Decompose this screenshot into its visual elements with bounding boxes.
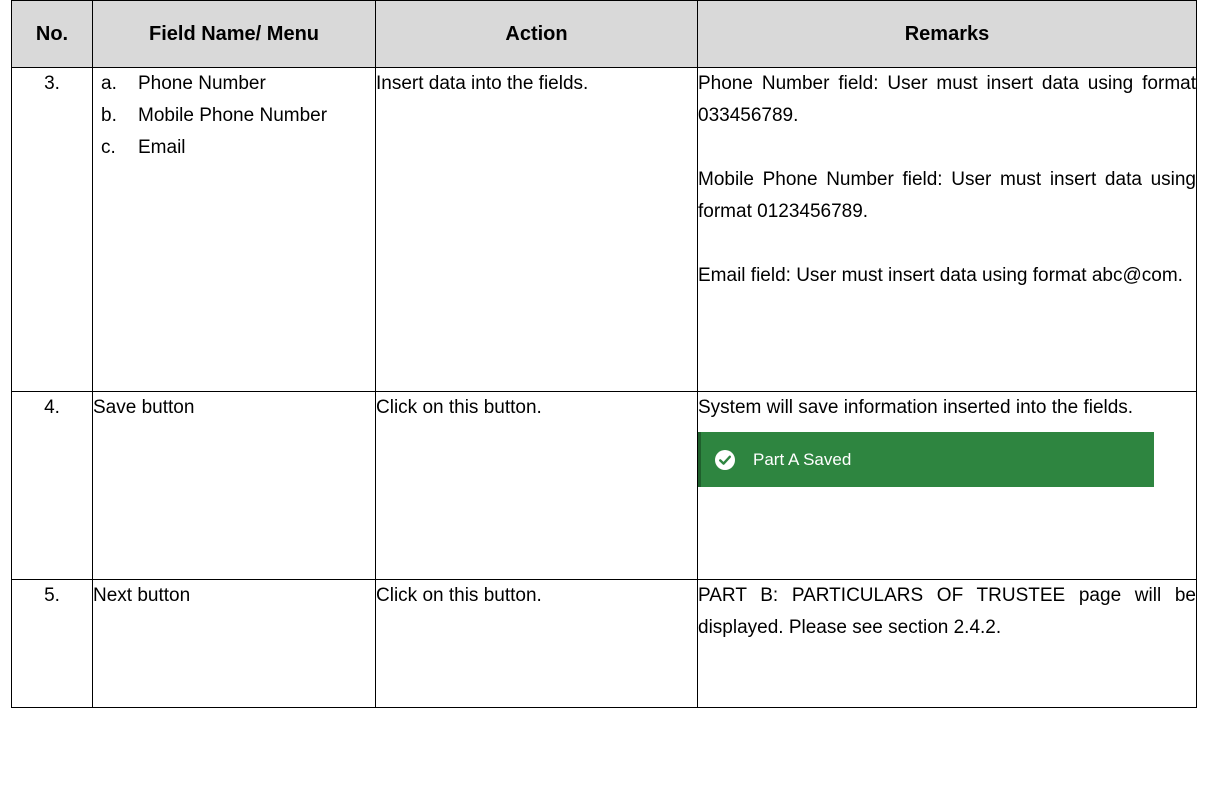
instructions-table: No. Field Name/ Menu Action Remarks 3. a… xyxy=(11,0,1197,708)
remarks-cell: PART B: PARTICULARS OF TRUSTEE page will… xyxy=(697,579,1197,708)
remark-paragraph: Mobile Phone Number field: User must ins… xyxy=(698,169,1196,222)
remarks-cell: System will save information inserted in… xyxy=(697,391,1197,580)
header-row: No. Field Name/ Menu Action Remarks xyxy=(11,0,1197,68)
row-number: 4. xyxy=(11,391,93,580)
header-remarks: Remarks xyxy=(697,0,1197,68)
list-item-text: Mobile Phone Number xyxy=(138,105,328,126)
list-item: c. Email xyxy=(101,132,375,164)
remark-paragraph: PART B: PARTICULARS OF TRUSTEE page will… xyxy=(698,585,1196,638)
remark-paragraph: Phone Number field: User must insert dat… xyxy=(698,73,1196,126)
remarks-cell: Phone Number field: User must insert dat… xyxy=(697,67,1197,392)
list-item: b. Mobile Phone Number xyxy=(101,100,375,132)
header-action: Action xyxy=(375,0,698,68)
row-number: 3. xyxy=(11,67,93,392)
field-name-cell: Next button xyxy=(92,579,376,708)
toast-message: Part A Saved xyxy=(753,449,852,469)
table-row: 4. Save button Click on this button. Sys… xyxy=(11,391,1197,580)
field-list: a. Phone Number b. Mobile Phone Number c… xyxy=(93,68,375,164)
header-field-name: Field Name/ Menu xyxy=(92,0,376,68)
row-number: 5. xyxy=(11,579,93,708)
table-row: 3. a. Phone Number b. Mobile Phone Numbe… xyxy=(11,67,1197,392)
remark-paragraph: System will save information inserted in… xyxy=(698,397,1134,418)
table-row: 5. Next button Click on this button. PAR… xyxy=(11,579,1197,708)
action-cell: Insert data into the fields. xyxy=(375,67,698,392)
list-marker: a. xyxy=(101,73,117,94)
list-item-text: Email xyxy=(138,137,186,158)
field-name-cell: Save button xyxy=(92,391,376,580)
list-marker: b. xyxy=(101,105,117,126)
header-no: No. xyxy=(11,0,93,68)
remark-paragraph: Email field: User must insert data using… xyxy=(698,265,1183,286)
action-cell: Click on this button. xyxy=(375,391,698,580)
list-marker: c. xyxy=(101,137,116,158)
list-item: a. Phone Number xyxy=(101,68,375,100)
check-circle-icon xyxy=(715,449,735,470)
field-name-cell: a. Phone Number b. Mobile Phone Number c… xyxy=(92,67,376,392)
saved-toast: Part A Saved xyxy=(698,432,1154,487)
list-item-text: Phone Number xyxy=(138,73,266,94)
action-cell: Click on this button. xyxy=(375,579,698,708)
